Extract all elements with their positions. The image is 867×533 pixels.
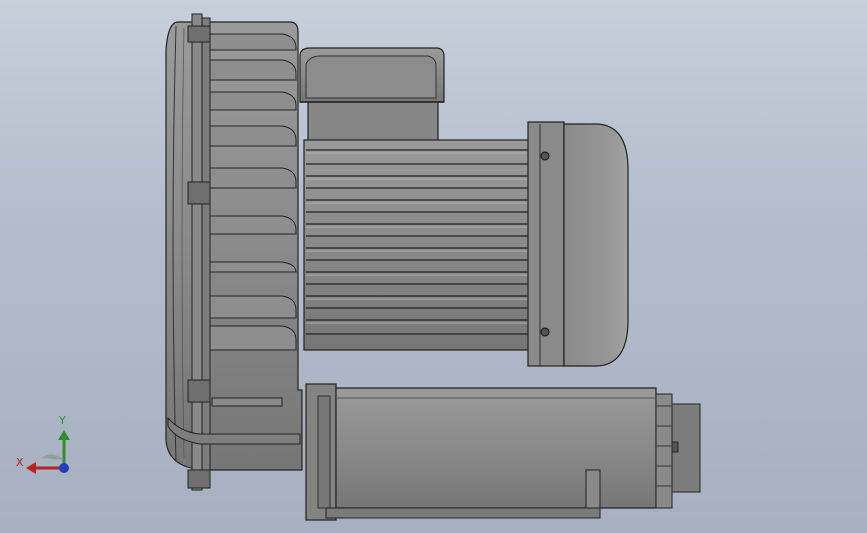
motor-body [303, 139, 531, 351]
cad-viewport[interactable]: X Y [0, 0, 867, 533]
y-axis-label: Y [59, 414, 66, 427]
y-axis-arrow [58, 430, 70, 468]
blower-model[interactable] [0, 0, 867, 533]
motor-end-cap [527, 121, 629, 367]
silencer-tube [305, 383, 701, 521]
x-axis-arrow [26, 462, 64, 474]
blower-housing [165, 13, 303, 491]
x-axis-label: X [16, 456, 24, 469]
orientation-triad [26, 430, 70, 474]
